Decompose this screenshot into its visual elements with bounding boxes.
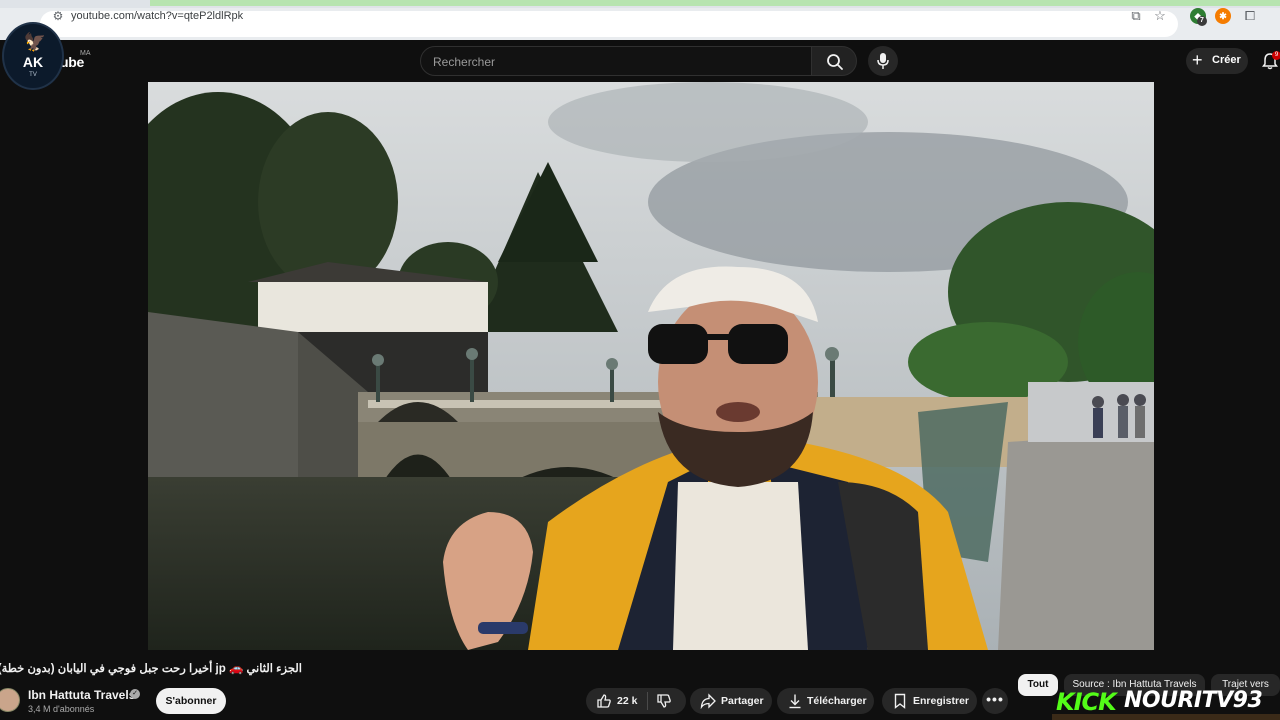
video-title: الجزء الثاني 🚗 jp أخيرا رحت جبل فوجي في … [0, 663, 302, 675]
streamer-logo-initials: AK [22, 54, 44, 70]
verified-check-icon: ✓ [130, 689, 140, 699]
video-title-row: الجزء الثاني 🚗 jp أخيرا رحت جبل فوجي في … [0, 658, 310, 678]
save-label: Enregistrer [913, 695, 970, 707]
download-button[interactable]: Télécharger [777, 688, 874, 714]
voice-search-button[interactable] [868, 46, 898, 76]
search-input[interactable] [433, 54, 803, 70]
bookmark-star-icon[interactable]: ☆ [1152, 8, 1168, 24]
thumbs-up-icon[interactable] [596, 693, 612, 709]
share-label: Partager [721, 695, 764, 707]
kick-logo-text: KICK [1056, 688, 1117, 716]
create-button[interactable]: + Créer [1186, 48, 1248, 74]
create-label: Créer [1212, 54, 1241, 66]
search-box [420, 46, 812, 76]
thumbs-down-icon[interactable] [656, 693, 672, 709]
subscribe-button[interactable]: S'abonner [156, 688, 226, 714]
browser-accent-bar [150, 0, 1280, 6]
channel-name[interactable]: Ibn Hattuta Travels [28, 688, 135, 702]
kick-stream-overlay: KICK NOURITV93 [1052, 688, 1280, 720]
notification-count-badge: 9 [1272, 51, 1280, 60]
download-icon [789, 694, 801, 709]
streamer-logo: 🦅 AK TV [2, 22, 64, 90]
extension-badge: 7 [1197, 16, 1207, 26]
site-info-icon[interactable]: ⚙ [50, 8, 66, 24]
channel-avatar[interactable] [0, 688, 20, 712]
streamer-name: NOURITV93 [1124, 688, 1263, 713]
bookmark-icon [894, 693, 906, 709]
more-dots-icon: ••• [986, 691, 1004, 707]
extension-orange-icon[interactable]: ✱ [1215, 8, 1231, 24]
search-icon [827, 54, 843, 70]
eagle-icon: 🦅 [23, 32, 47, 52]
like-divider [647, 692, 648, 710]
browser-top-strip [0, 0, 1280, 8]
share-arrow-icon [700, 693, 716, 709]
search-button[interactable] [811, 46, 857, 76]
more-actions-button[interactable]: ••• [982, 688, 1008, 714]
address-url[interactable]: youtube.com/watch?v=qteP2ldlRpk [71, 8, 243, 24]
microphone-icon [877, 53, 889, 69]
plus-icon: + [1192, 50, 1203, 70]
video-frame [148, 82, 1154, 650]
streamer-logo-tag: TV [29, 72, 37, 78]
like-count[interactable]: 22 k [617, 695, 637, 707]
like-dislike-group: 22 k [586, 688, 686, 714]
download-label: Télécharger [807, 695, 867, 707]
youtube-header: ube MA + Créer 9 [0, 40, 1280, 82]
subscriber-count: 3,4 M d'abonnés [28, 704, 95, 714]
subscribe-label: S'abonner [165, 695, 217, 707]
extensions-puzzle-icon[interactable]: ⧠ [1242, 8, 1258, 24]
install-app-icon[interactable]: ⧉ [1128, 8, 1144, 24]
region-code: MA [80, 50, 91, 57]
video-player[interactable] [148, 82, 1154, 650]
save-button[interactable]: Enregistrer [882, 688, 977, 714]
share-button[interactable]: Partager [690, 688, 772, 714]
